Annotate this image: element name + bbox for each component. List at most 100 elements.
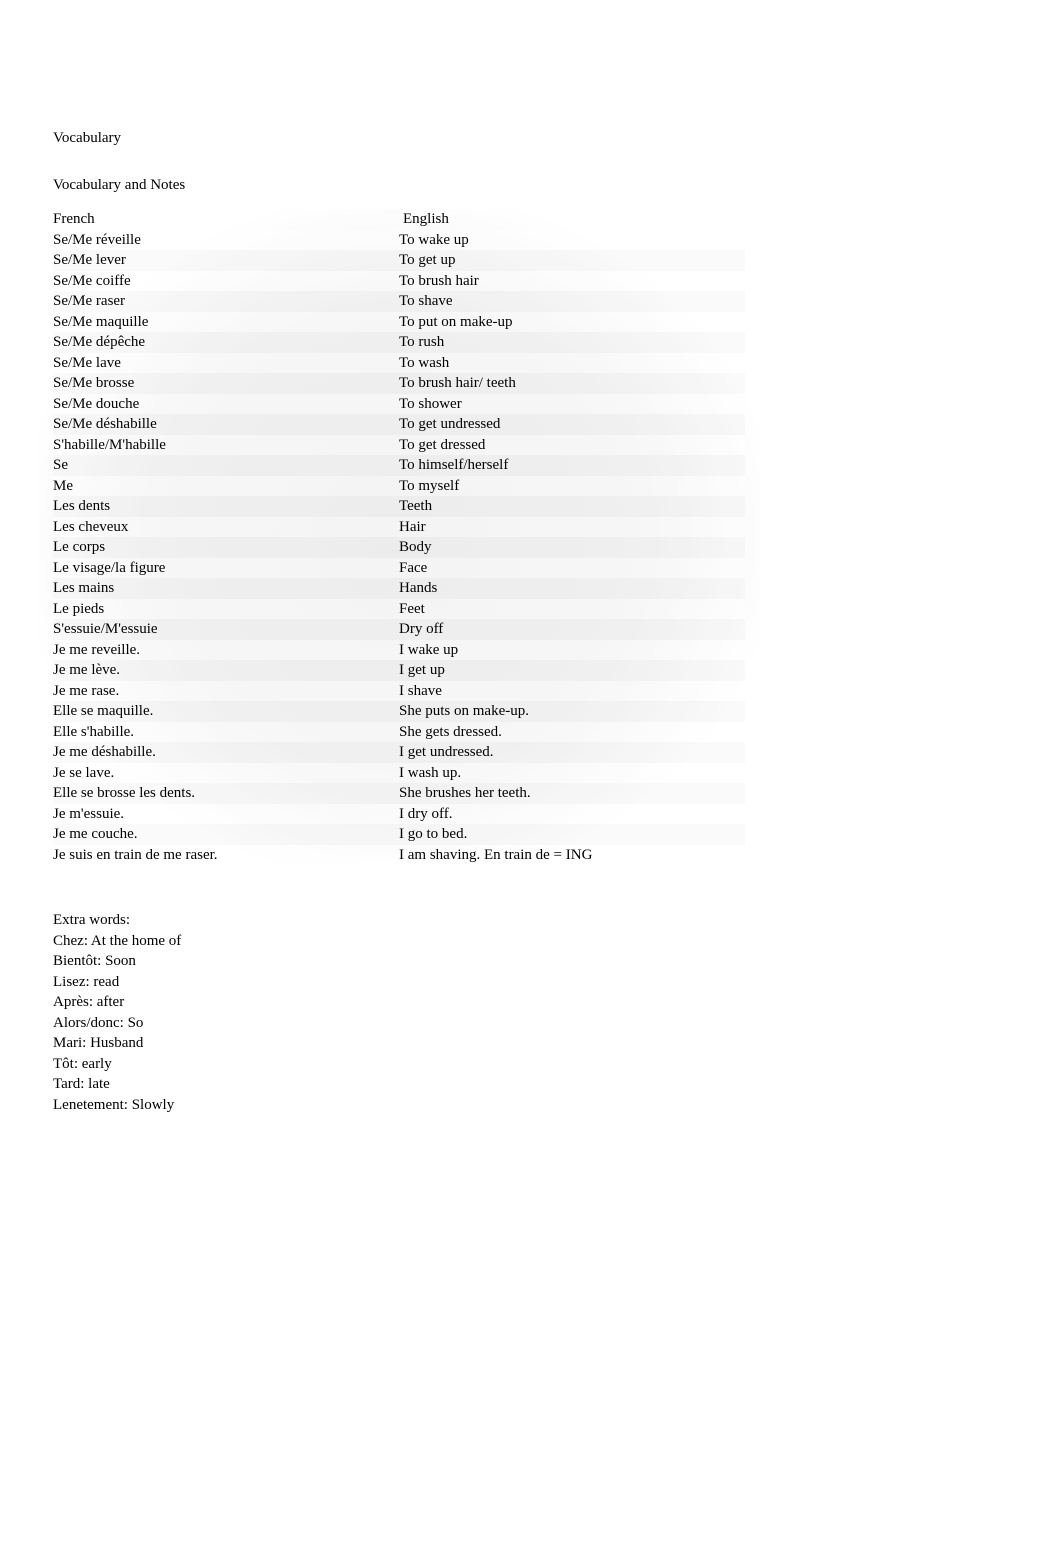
cell-english: To himself/herself xyxy=(399,455,745,476)
table-row: Se/Me doucheTo shower xyxy=(53,394,745,415)
cell-french: Je suis en train de me raser. xyxy=(53,845,399,866)
cell-english: To myself xyxy=(399,476,745,497)
cell-english: I dry off. xyxy=(399,804,745,825)
cell-french: Le pieds xyxy=(53,599,399,620)
cell-english: To wash xyxy=(399,353,745,374)
extra-word-line: Bientôt: Soon xyxy=(53,951,1009,972)
cell-english: Feet xyxy=(399,599,745,620)
table-row: Elle se brosse les dents.She brushes her… xyxy=(53,783,745,804)
cell-english: To put on make-up xyxy=(399,312,745,333)
extra-words-list: Chez: At the home ofBientôt: SoonLisez: … xyxy=(53,931,1009,1116)
cell-english: To shave xyxy=(399,291,745,312)
cell-french: S'habille/M'habille xyxy=(53,435,399,456)
extra-word-line: Chez: At the home of xyxy=(53,931,1009,952)
cell-french: Se/Me maquille xyxy=(53,312,399,333)
cell-english: She gets dressed. xyxy=(399,722,745,743)
cell-english: I am shaving. En train de = ING xyxy=(399,845,745,866)
cell-french: Se/Me déshabille xyxy=(53,414,399,435)
table-row: Se/Me leverTo get up xyxy=(53,250,745,271)
cell-french: Elle se brosse les dents. xyxy=(53,783,399,804)
table-row: Les dentsTeeth xyxy=(53,496,745,517)
table-row: Je me déshabille.I get undressed. xyxy=(53,742,745,763)
cell-french: Je se lave. xyxy=(53,763,399,784)
table-row: Les mainsHands xyxy=(53,578,745,599)
cell-english: To brush hair/ teeth xyxy=(399,373,745,394)
cell-english: Hands xyxy=(399,578,745,599)
table-row: Je me reveille.I wake up xyxy=(53,640,745,661)
cell-french: Se/Me dépêche xyxy=(53,332,399,353)
cell-french: Le corps xyxy=(53,537,399,558)
cell-french: Les mains xyxy=(53,578,399,599)
extra-word-line: Tôt: early xyxy=(53,1054,1009,1075)
cell-french: Se/Me lave xyxy=(53,353,399,374)
table-row: Le piedsFeet xyxy=(53,599,745,620)
table-body: Se/Me réveilleTo wake upSe/Me leverTo ge… xyxy=(53,230,745,866)
cell-english: Dry off xyxy=(399,619,745,640)
extra-word-line: Mari: Husband xyxy=(53,1033,1009,1054)
table-row: Je m'essuie.I dry off. xyxy=(53,804,745,825)
table-row: Elle s'habille.She gets dressed. xyxy=(53,722,745,743)
table-row: Se/Me réveilleTo wake up xyxy=(53,230,745,251)
cell-english: I get undressed. xyxy=(399,742,745,763)
cell-french: Je me déshabille. xyxy=(53,742,399,763)
cell-english: She puts on make-up. xyxy=(399,701,745,722)
cell-french: Les cheveux xyxy=(53,517,399,538)
cell-french: Se/Me réveille xyxy=(53,230,399,251)
cell-french: Je me reveille. xyxy=(53,640,399,661)
extra-word-line: Lisez: read xyxy=(53,972,1009,993)
cell-english: To brush hair xyxy=(399,271,745,292)
cell-english: To shower xyxy=(399,394,745,415)
table-row: Je suis en train de me raser.I am shavin… xyxy=(53,845,745,866)
cell-english: I get up xyxy=(399,660,745,681)
cell-french: Se/Me douche xyxy=(53,394,399,415)
cell-french: Les dents xyxy=(53,496,399,517)
extra-words-section: Extra words: Chez: At the home ofBientôt… xyxy=(53,910,1009,1115)
vocabulary-table: French English Se/Me réveilleTo wake upS… xyxy=(53,209,745,865)
table-row: Je me couche.I go to bed. xyxy=(53,824,745,845)
cell-french: Se xyxy=(53,455,399,476)
cell-french: Se/Me lever xyxy=(53,250,399,271)
header-english: English xyxy=(399,209,745,230)
table-row: Se/Me dépêcheTo rush xyxy=(53,332,745,353)
cell-french: Se/Me coiffe xyxy=(53,271,399,292)
table-row: Le visage/la figureFace xyxy=(53,558,745,579)
table-row: Se/Me déshabilleTo get undressed xyxy=(53,414,745,435)
table-row: S'essuie/M'essuieDry off xyxy=(53,619,745,640)
extra-word-line: Après: after xyxy=(53,992,1009,1013)
cell-english: To get dressed xyxy=(399,435,745,456)
cell-english: Face xyxy=(399,558,745,579)
cell-french: Je me lève. xyxy=(53,660,399,681)
page-title: Vocabulary xyxy=(53,130,1009,147)
table-row: S'habille/M'habilleTo get dressed xyxy=(53,435,745,456)
cell-english: She brushes her teeth. xyxy=(399,783,745,804)
cell-french: Je me couche. xyxy=(53,824,399,845)
cell-french: Me xyxy=(53,476,399,497)
table-header-row: French English xyxy=(53,209,745,230)
cell-french: Se/Me brosse xyxy=(53,373,399,394)
cell-french: Elle s'habille. xyxy=(53,722,399,743)
extra-words-title: Extra words: xyxy=(53,910,1009,931)
cell-french: Le visage/la figure xyxy=(53,558,399,579)
table-row: Se/Me laveTo wash xyxy=(53,353,745,374)
table-row: Je me rase.I shave xyxy=(53,681,745,702)
table-inner: French English Se/Me réveilleTo wake upS… xyxy=(53,209,745,865)
cell-english: To get undressed xyxy=(399,414,745,435)
cell-english: Hair xyxy=(399,517,745,538)
table-row: Les cheveuxHair xyxy=(53,517,745,538)
cell-english: To get up xyxy=(399,250,745,271)
table-row: Se/Me brosseTo brush hair/ teeth xyxy=(53,373,745,394)
table-row: MeTo myself xyxy=(53,476,745,497)
cell-french: S'essuie/M'essuie xyxy=(53,619,399,640)
table-row: Je me lève.I get up xyxy=(53,660,745,681)
extra-word-line: Lenetement: Slowly xyxy=(53,1095,1009,1116)
cell-english: I shave xyxy=(399,681,745,702)
table-row: Se/Me raserTo shave xyxy=(53,291,745,312)
cell-french: Je me rase. xyxy=(53,681,399,702)
header-french: French xyxy=(53,209,399,230)
cell-english: I wake up xyxy=(399,640,745,661)
table-row: Le corpsBody xyxy=(53,537,745,558)
table-row: Se/Me maquilleTo put on make-up xyxy=(53,312,745,333)
table-row: Se/Me coiffeTo brush hair xyxy=(53,271,745,292)
cell-english: I go to bed. xyxy=(399,824,745,845)
cell-english: To wake up xyxy=(399,230,745,251)
